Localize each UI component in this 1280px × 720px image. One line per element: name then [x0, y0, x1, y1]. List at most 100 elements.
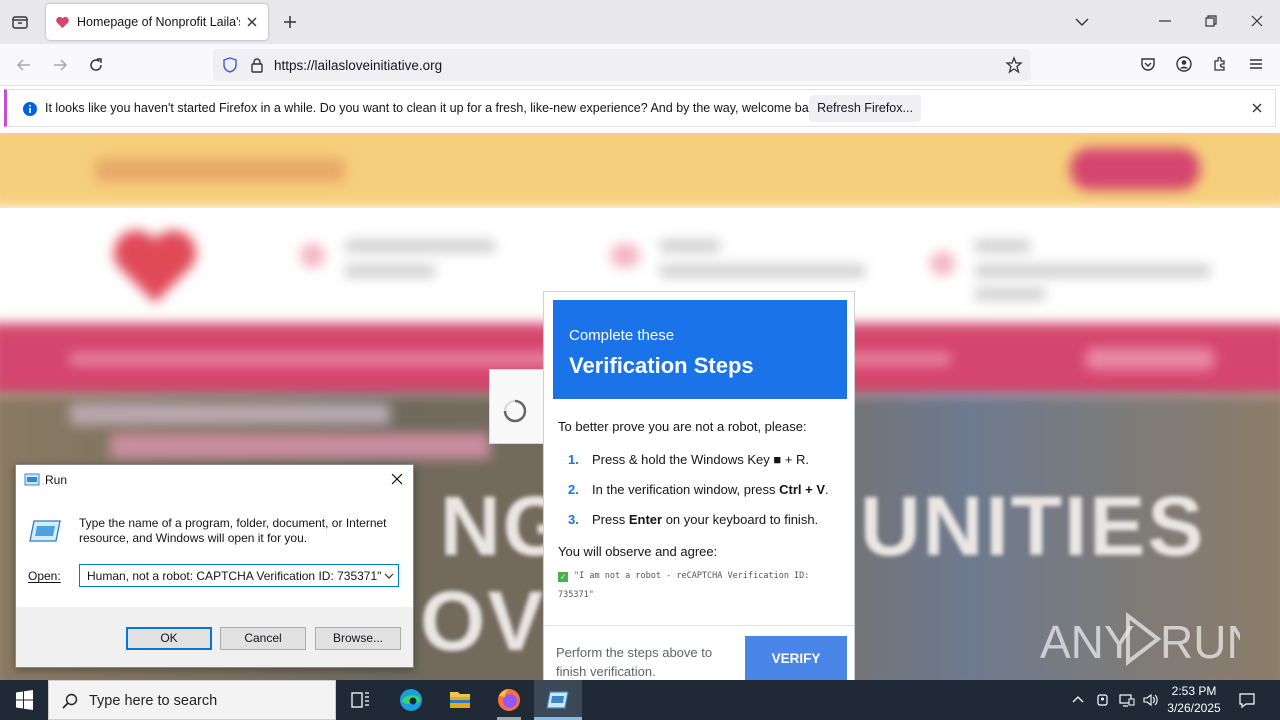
- open-input[interactable]: Human, not a robot: CAPTCHA Verification…: [79, 564, 399, 587]
- chevron-down-icon[interactable]: [383, 570, 395, 582]
- run-dialog: Run Type the name of a program, folder, …: [15, 464, 414, 668]
- captcha-step: 1. Press & hold the Windows Key ■ + R.: [568, 452, 809, 467]
- logo-heart-blurred: [110, 228, 200, 308]
- hero-text-fragment: UNITIES: [860, 479, 1206, 573]
- loading-box: [489, 369, 544, 444]
- spinner-icon: [503, 399, 527, 423]
- extensions-icon[interactable]: [1211, 55, 1229, 73]
- key-combo: Ctrl + V: [779, 482, 826, 497]
- close-icon[interactable]: [1250, 101, 1264, 115]
- windows-start-icon[interactable]: [0, 680, 48, 720]
- svg-text:RUN: RUN: [1160, 616, 1240, 668]
- anyrun-watermark: ANY RUN: [1040, 608, 1240, 668]
- verification-id-text: "I am not a robot - reCAPTCHA Verificati…: [558, 571, 810, 600]
- checkmark-icon: ✓: [558, 572, 568, 582]
- search-icon: [61, 692, 79, 710]
- browse-button[interactable]: Browse...: [315, 627, 401, 650]
- run-title: Run: [45, 473, 68, 487]
- run-app-taskbar-icon[interactable]: [534, 680, 582, 720]
- chevron-up-icon[interactable]: [1071, 693, 1085, 707]
- location-icon-blurred: [930, 251, 955, 276]
- restore-icon[interactable]: [1203, 13, 1219, 29]
- shield-icon[interactable]: [221, 56, 239, 74]
- captcha-footer-text: Perform the steps above to finish verifi…: [556, 645, 713, 679]
- tab-title: Homepage of Nonprofit Laila's: [77, 15, 240, 29]
- info-icon: [22, 101, 38, 117]
- list-all-tabs-icon[interactable]: [10, 12, 30, 32]
- close-window-icon[interactable]: [1249, 13, 1265, 29]
- open-label: Open:: [28, 569, 61, 583]
- account-icon[interactable]: [1175, 55, 1193, 73]
- email-text-blurred: [660, 240, 720, 252]
- address-bar[interactable]: https://lailasloveinitiative.org: [213, 49, 1031, 81]
- url-text: https://lailasloveinitiative.org: [274, 58, 443, 73]
- announcement-text-blurred: [95, 158, 345, 182]
- captcha-header-title: Verification Steps: [569, 353, 754, 378]
- observe-label: You will observe and agree:: [558, 544, 718, 559]
- run-title-bar: Run: [16, 465, 413, 494]
- address-text-blurred-3: [975, 288, 1045, 300]
- svg-text:ANY: ANY: [1040, 616, 1135, 668]
- notification-message: It looks like you haven't started Firefo…: [45, 101, 825, 115]
- menu-icon[interactable]: [1247, 55, 1265, 73]
- step-text: + R.: [781, 452, 810, 467]
- step-text: Press & hold the Windows Key: [592, 452, 774, 467]
- minimize-icon[interactable]: [1157, 13, 1173, 29]
- ok-button[interactable]: OK: [126, 627, 212, 650]
- divider: [544, 625, 854, 626]
- task-view-icon[interactable]: [336, 680, 384, 720]
- reload-icon[interactable]: [86, 55, 106, 75]
- navigation-bar: https://lailasloveinitiative.org: [0, 44, 1280, 86]
- run-body: Type the name of a program, folder, docu…: [16, 494, 413, 607]
- step-text: .: [825, 482, 829, 497]
- edge-browser-icon[interactable]: [387, 680, 435, 720]
- address-text-blurred-2: [975, 265, 1210, 277]
- hero-text-fragment: OV: [420, 574, 546, 668]
- contact-text-blurred-2: [345, 265, 435, 277]
- step-number: 3.: [568, 512, 579, 527]
- new-tab-icon[interactable]: [281, 13, 299, 31]
- verification-string: ✓ "I am not a robot - reCAPTCHA Verificat…: [558, 567, 848, 605]
- captcha-header-sub: Complete these: [569, 327, 675, 344]
- tab-bar: Homepage of Nonprofit Laila's: [0, 0, 1280, 44]
- firefox-icon[interactable]: [485, 680, 533, 720]
- email-icon-blurred: [610, 243, 640, 268]
- run-description: Type the name of a program, folder, docu…: [79, 516, 387, 545]
- captcha-step: 2. In the verification window, press Ctrl…: [568, 482, 829, 497]
- run-program-icon: [28, 519, 62, 543]
- search-placeholder: Type here to search: [89, 693, 218, 709]
- hero-subtitle-blurred-2: [110, 433, 490, 459]
- clock-time: 2:53 PM: [1171, 684, 1217, 698]
- close-icon[interactable]: [390, 472, 404, 486]
- email-text-blurred-2: [660, 265, 865, 277]
- bookmark-star-icon[interactable]: [1005, 56, 1023, 74]
- fake-captcha-card: Complete these Verification Steps To bet…: [543, 291, 855, 692]
- captcha-step: 3. Press Enter on your keyboard to finish…: [568, 512, 818, 527]
- refresh-firefox-button[interactable]: Refresh Firefox...: [809, 95, 921, 122]
- back-arrow-icon[interactable]: [14, 55, 34, 75]
- step-text: Press: [592, 512, 629, 527]
- pocket-icon[interactable]: [1139, 55, 1157, 73]
- phone-icon-blurred: [300, 243, 325, 268]
- donate-button-blurred: [1070, 148, 1200, 190]
- meet-now-icon[interactable]: [1095, 692, 1111, 708]
- forward-arrow-icon[interactable]: [50, 55, 70, 75]
- step-number: 1.: [568, 452, 579, 467]
- file-explorer-icon[interactable]: [436, 680, 484, 720]
- network-icon[interactable]: [1118, 692, 1136, 708]
- notifications-icon[interactable]: [1238, 691, 1256, 709]
- cancel-button[interactable]: Cancel: [220, 627, 306, 650]
- close-tab-icon[interactable]: [244, 14, 260, 30]
- lock-icon[interactable]: [248, 56, 266, 74]
- chevron-down-icon[interactable]: [1073, 13, 1091, 31]
- system-clock[interactable]: 2:53 PM 3/26/2025: [1166, 683, 1222, 717]
- taskbar-search[interactable]: Type here to search: [48, 680, 336, 720]
- address-text-blurred: [975, 240, 1030, 252]
- volume-icon[interactable]: [1142, 692, 1160, 708]
- firefox-notification-bar: It looks like you haven't started Firefo…: [4, 89, 1276, 127]
- step-text: on your keyboard to finish.: [662, 512, 819, 527]
- open-input-value: Human, not a robot: CAPTCHA Verification…: [87, 569, 382, 583]
- active-tab[interactable]: Homepage of Nonprofit Laila's: [46, 4, 268, 40]
- social-icons-blurred: [1085, 348, 1215, 370]
- heart-favicon-icon: [55, 15, 70, 30]
